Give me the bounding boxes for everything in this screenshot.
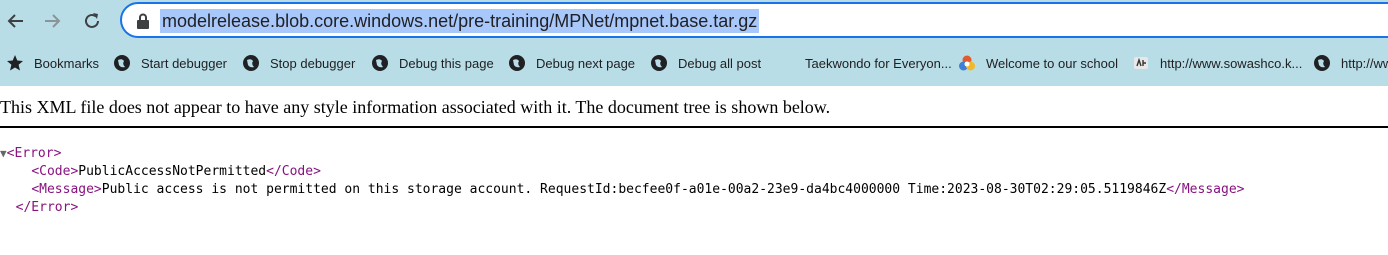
bookmark-label: http://www.sowashco.k...	[1160, 55, 1303, 71]
bookmark-label: Welcome to our school	[986, 55, 1118, 71]
globe-icon	[113, 54, 131, 72]
bookmark-item-http[interactable]: http://ww	[1313, 52, 1388, 74]
divider	[0, 126, 1388, 128]
bookmark-item-start-debugger[interactable]: Start debugger	[113, 52, 227, 74]
lock-icon[interactable]	[136, 13, 150, 29]
xml-tag-message-open: <Message>	[31, 182, 102, 197]
bookmark-label: Debug next page	[536, 55, 636, 71]
bookmark-item-sowashco[interactable]: http://www.sowashco.k...	[1132, 52, 1302, 74]
bookmarks-bar: Bookmarks Start debugger Stop debugger D…	[0, 42, 1388, 86]
school-logo-icon	[958, 54, 976, 72]
xml-code-value: PublicAccessNotPermitted	[78, 164, 267, 179]
forward-arrow-icon	[45, 14, 61, 28]
xml-document-tree: ▼<Error> <Code>PublicAccessNotPermitted<…	[0, 145, 1244, 217]
back-button[interactable]	[1, 6, 31, 36]
globe-icon	[371, 54, 389, 72]
bookmark-label: Taekwondo for Everyon...	[805, 55, 952, 71]
bookmark-item-welcome-school[interactable]: Welcome to our school	[958, 52, 1118, 74]
url-text[interactable]: modelrelease.blob.core.windows.net/pre-t…	[160, 9, 760, 33]
xml-style-notice: This XML file does not appear to have an…	[0, 97, 831, 117]
bookmark-label: Start debugger	[141, 55, 228, 71]
globe-icon	[650, 54, 668, 72]
address-bar[interactable]: modelrelease.blob.core.windows.net/pre-t…	[120, 2, 1388, 38]
xml-message-value: Public access is not permitted on this s…	[101, 182, 1167, 197]
globe-icon	[1313, 54, 1331, 72]
xml-tag-error-open: <Error>	[6, 146, 62, 161]
bookmark-item-bookmarks[interactable]: Bookmarks	[6, 52, 99, 74]
bookmark-label: Debug this page	[399, 55, 494, 71]
xml-tag-code-open: <Code>	[31, 164, 79, 179]
browser-toolbar: modelrelease.blob.core.windows.net/pre-t…	[0, 0, 1388, 42]
bookmark-item-debug-next-page[interactable]: Debug next page	[508, 52, 635, 74]
bookmark-item-debug-all-post[interactable]: Debug all post	[650, 52, 761, 74]
bookmark-label: Stop debugger	[270, 55, 356, 71]
xml-tag-error-close: </Error>	[15, 200, 79, 215]
globe-icon	[242, 54, 260, 72]
bookmark-label: Debug all post	[678, 55, 762, 71]
forward-button[interactable]	[37, 6, 67, 36]
bookmark-item-taekwondo[interactable]: Taekwondo for Everyon...	[805, 52, 952, 74]
site-logo-icon	[1132, 54, 1150, 72]
globe-icon	[508, 54, 526, 72]
bookmark-label: http://ww	[1341, 55, 1388, 71]
reload-button[interactable]	[77, 6, 107, 36]
bookmark-item-debug-this-page[interactable]: Debug this page	[371, 52, 494, 74]
xml-tag-message-close: </Message>	[1166, 182, 1245, 197]
collapse-toggle[interactable]: ▼	[0, 147, 7, 160]
xml-tag-code-close: </Code>	[266, 164, 321, 179]
star-icon	[6, 54, 24, 72]
reload-icon	[85, 13, 99, 28]
back-arrow-icon	[7, 14, 23, 28]
bookmark-label: Bookmarks	[34, 55, 100, 71]
bookmark-item-stop-debugger[interactable]: Stop debugger	[242, 52, 355, 74]
